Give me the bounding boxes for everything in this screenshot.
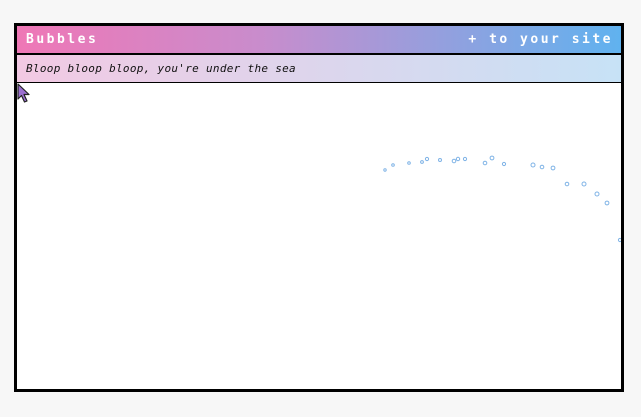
bubble xyxy=(550,165,556,171)
bubble xyxy=(564,181,570,187)
bubble-canvas[interactable] xyxy=(17,83,621,389)
subtitle-bar: Bloop bloop bloop, you're under the sea xyxy=(17,55,621,83)
add-to-site-link[interactable]: + to your site xyxy=(468,32,613,47)
widget-subtitle: Bloop bloop bloop, you're under the sea xyxy=(26,62,296,75)
widget-title: Bubbles xyxy=(26,32,99,47)
bubble xyxy=(407,161,411,165)
bubbles-widget: Bubbles + to your site Bloop bloop bloop… xyxy=(14,23,624,392)
bubble xyxy=(482,160,488,166)
title-bar: Bubbles + to your site xyxy=(17,26,621,55)
bubble xyxy=(383,168,387,172)
bubble xyxy=(438,158,442,162)
bubble xyxy=(539,164,545,170)
bubble xyxy=(530,162,536,168)
bubble xyxy=(594,191,600,197)
bubble xyxy=(462,156,468,162)
bubble xyxy=(581,181,587,187)
bubble xyxy=(489,155,495,161)
bubble xyxy=(391,163,395,167)
mouse-cursor-icon xyxy=(17,83,30,103)
bubble xyxy=(604,200,610,206)
bubble xyxy=(420,160,424,164)
bubble xyxy=(455,156,461,162)
bubble xyxy=(451,158,457,164)
bubble xyxy=(424,156,430,162)
bubbles-layer xyxy=(383,155,621,243)
bubble xyxy=(501,161,507,167)
bubble xyxy=(617,237,621,243)
